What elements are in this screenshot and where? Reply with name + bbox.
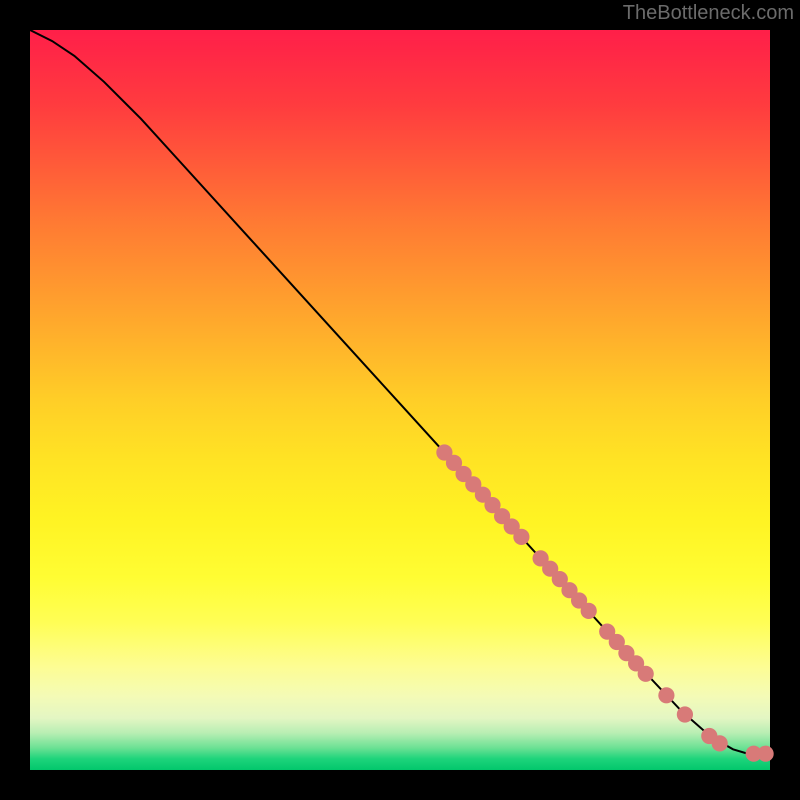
chart-svg (30, 30, 770, 770)
watermark-label: TheBottleneck.com (623, 2, 794, 25)
bottleneck-curve (30, 30, 770, 754)
data-marker (581, 603, 597, 619)
data-marker (758, 746, 774, 762)
data-marker (658, 687, 674, 703)
data-marker (513, 529, 529, 545)
marker-group (436, 444, 773, 761)
chart-plot-area (30, 30, 770, 770)
chart-stage: TheBottleneck.com (0, 0, 800, 800)
data-marker (677, 706, 693, 722)
data-marker (638, 666, 654, 682)
data-marker (712, 735, 728, 751)
